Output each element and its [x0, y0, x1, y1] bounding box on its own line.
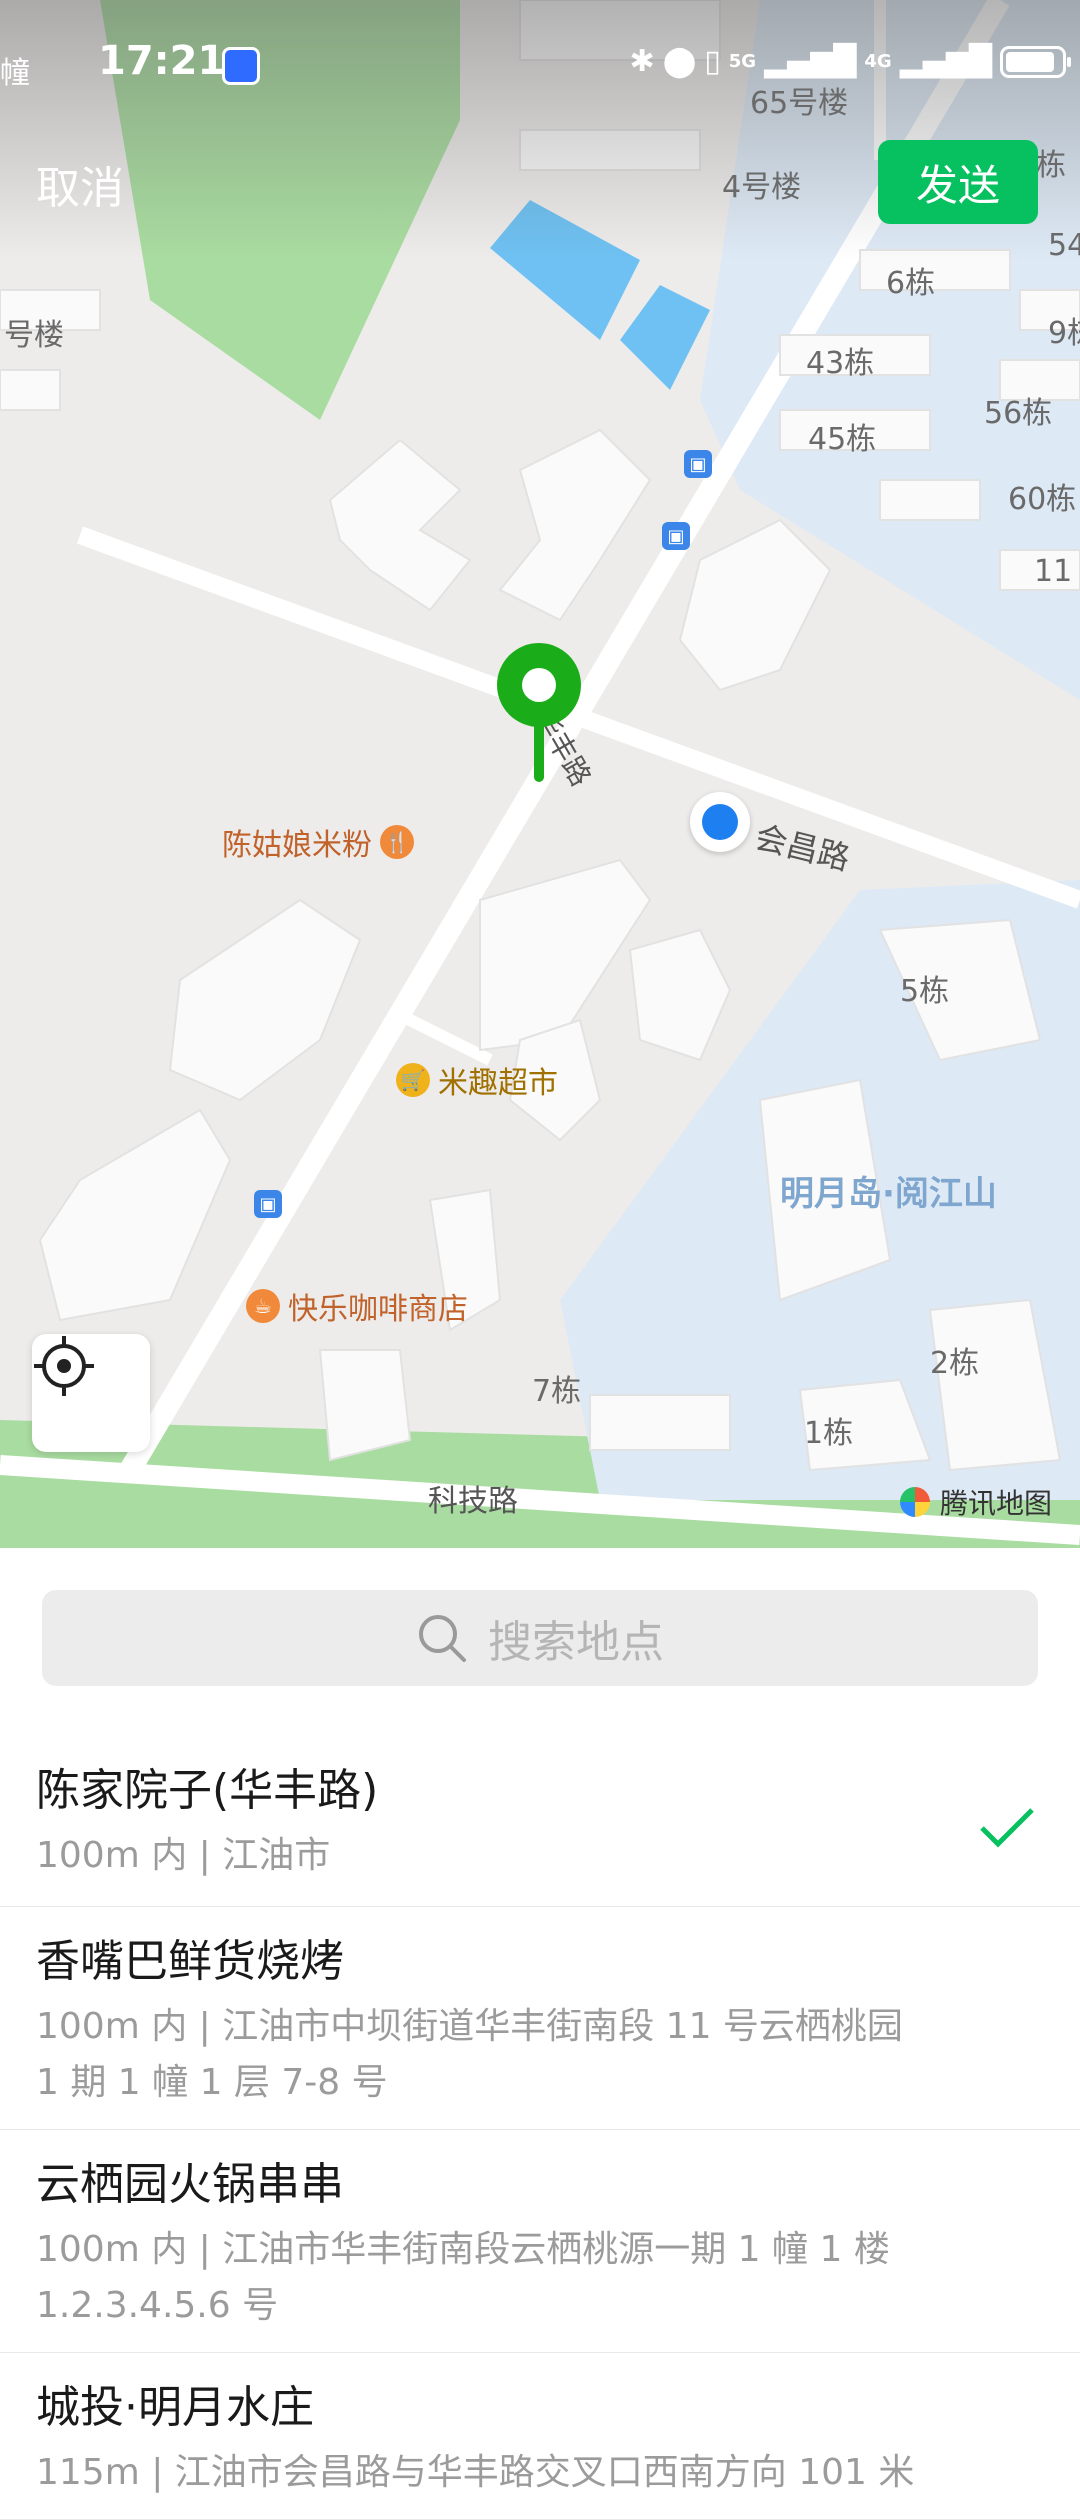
district-label: 明月岛·阅江山: [780, 1174, 997, 1214]
list-item[interactable]: 香嘴巴鲜货烧烤 100m 内 | 江油市中坝街道华丰街南段 11 号云栖桃园 1…: [0, 1907, 1080, 2130]
status-bar: 幢 17:21 ✱ ⬤ ▯ 5G ▂▄▆█ 4G ▂▄▆█: [0, 0, 1080, 135]
bluetooth-icon: ✱: [629, 44, 655, 79]
tencent-map-logo-icon: [899, 1487, 930, 1517]
building-label: 56栋: [984, 396, 1053, 431]
building-label: 60栋: [1008, 482, 1077, 517]
place-name: 云栖园火锅串串: [36, 2159, 344, 2210]
location-pin-icon: [497, 643, 581, 782]
place-detail: 100m 内 | 江油市中坝街道华丰街南段 11 号云栖桃园 1 期 1 幢 1…: [36, 2006, 903, 2103]
map-view[interactable]: 65号楼 4号楼 栋 54 6栋 9栋 号楼 43栋 56栋 45栋 60栋 1…: [0, 0, 1080, 1548]
status-icons: ✱ ⬤ ▯ 5G ▂▄▆█ 4G ▂▄▆█: [629, 44, 1071, 79]
send-button[interactable]: 发送: [878, 140, 1038, 224]
crosshair-icon: [34, 1336, 94, 1396]
shopping-cart-icon: 🛒: [396, 1063, 430, 1097]
list-item[interactable]: 云栖园火锅串串 100m 内 | 江油市华丰街南段云栖桃源一期 1 幢 1 楼 …: [0, 2130, 1080, 2353]
location-icon: ⬤: [662, 44, 697, 79]
selected-check-icon: [980, 1808, 1034, 1848]
nearby-places-list: 陈家院子(华丰路) 100m 内 | 江油市 香嘴巴鲜货烧烤 100m 内 | …: [0, 1736, 1080, 2520]
building-label: 6栋: [886, 266, 936, 301]
place-name: 香嘴巴鲜货烧烤: [36, 1936, 344, 1987]
place-name: 城投·明月水庄: [36, 2382, 314, 2433]
place-detail: 100m 内 | 江油市: [36, 1835, 331, 1876]
vibrate-icon: ▯: [704, 44, 721, 79]
search-icon: [419, 1615, 466, 1662]
bus-stop-icon: ▣: [662, 522, 690, 550]
building-label: 7栋: [532, 1374, 582, 1409]
place-picker-sheet: 搜索地点 陈家院子(华丰路) 100m 内 | 江油市 香嘴巴鲜货烧烤 100m…: [0, 1548, 1080, 2520]
signal-icon: ▂▄▆█: [899, 44, 992, 79]
poi-supermarket[interactable]: 🛒 米趣超市: [396, 1058, 558, 1102]
building-label: 45栋: [808, 422, 877, 457]
building-label: 11: [1034, 554, 1073, 589]
list-item[interactable]: 城投·明月水庄 115m | 江油市会昌路与华丰路交叉口西南方向 101 米: [0, 2353, 1080, 2520]
building-label: 43栋: [806, 346, 875, 381]
user-location-dot: [690, 792, 750, 852]
building-label: 5栋: [900, 974, 950, 1009]
bus-stop-icon: ▣: [684, 450, 712, 478]
road-label-keji: 科技路: [428, 1484, 518, 1519]
building-label: 栋: [1036, 148, 1066, 183]
signal-icon: ▂▄▆█: [764, 44, 857, 79]
status-left-clipped-text: 幢: [0, 56, 30, 91]
attribution-text: 腾讯地图: [939, 1487, 1052, 1520]
battery-icon: [1000, 45, 1071, 78]
poi-rice-noodle[interactable]: 陈姑娘米粉 🍴: [222, 820, 414, 864]
app-notification-icon: [222, 47, 260, 85]
place-name: 陈家院子(华丰路): [36, 1765, 379, 1816]
search-input[interactable]: 搜索地点: [42, 1590, 1038, 1686]
coffee-icon: ☕: [246, 1289, 280, 1323]
list-item[interactable]: 陈家院子(华丰路) 100m 内 | 江油市: [0, 1736, 1080, 1907]
poi-name: 米趣超市: [438, 1066, 558, 1101]
building-label: 2栋: [930, 1346, 980, 1381]
map-attribution: 腾讯地图: [899, 1482, 1052, 1522]
network-5g-label: 5G: [728, 51, 757, 72]
poi-name: 陈姑娘米粉: [222, 828, 372, 863]
recenter-location-button[interactable]: [32, 1334, 150, 1452]
building-label: 号楼: [4, 318, 64, 353]
status-time: 17:21: [98, 38, 226, 84]
place-detail: 115m | 江油市会昌路与华丰路交叉口西南方向 101 米: [36, 2452, 915, 2493]
place-detail: 100m 内 | 江油市华丰街南段云栖桃源一期 1 幢 1 楼 1.2.3.4.…: [36, 2229, 890, 2326]
bus-stop-icon: ▣: [254, 1190, 282, 1218]
cancel-button[interactable]: 取消: [36, 152, 124, 216]
building-label: 1栋: [804, 1416, 854, 1451]
restaurant-icon: 🍴: [380, 825, 414, 859]
network-4g-label: 4G: [864, 51, 892, 72]
building-label: 4号楼: [722, 170, 802, 205]
building-label: 9栋: [1048, 316, 1080, 351]
poi-name: 快乐咖啡商店: [288, 1292, 468, 1327]
poi-cafe[interactable]: ☕ 快乐咖啡商店: [246, 1284, 468, 1328]
search-placeholder: 搜索地点: [488, 1617, 664, 1668]
building-label: 54: [1048, 228, 1080, 263]
